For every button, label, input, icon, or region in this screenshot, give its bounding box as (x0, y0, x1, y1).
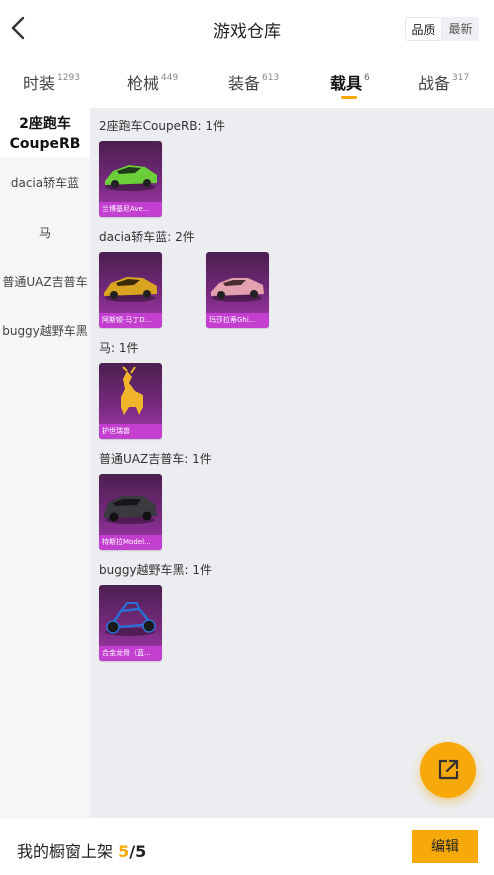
sidebar-item-coupe[interactable]: 2座跑车 CoupeRB (0, 108, 90, 158)
vehicle-card[interactable]: 合金龙骨（蓝... (99, 585, 162, 661)
header: 游戏仓库 品质 最新 (0, 0, 494, 58)
tab-count: 613 (262, 72, 280, 83)
tab-battle-supplies[interactable]: 战备 317 (418, 70, 469, 94)
vehicle-name: 玛莎拉蒂Ghi... (206, 313, 269, 328)
vehicle-card[interactable]: 特斯拉Model... (99, 474, 162, 550)
blue-buggy-icon (105, 602, 156, 636)
group-title: dacia轿车蓝: 2件 (99, 230, 195, 244)
edit-button[interactable]: 编辑 (412, 830, 478, 863)
vehicle-name: 护世瑞兽 (99, 424, 162, 439)
tab-equipment[interactable]: 装备 613 (228, 70, 279, 94)
group-title: 2座跑车CoupeRB: 1件 (99, 119, 226, 133)
green-supercar-icon (105, 165, 157, 191)
group-title: buggy越野车黑: 1件 (99, 563, 213, 577)
vehicle-name: 合金龙骨（蓝... (99, 646, 162, 661)
vehicle-name: 特斯拉Model... (99, 535, 162, 550)
sidebar-item-horse[interactable]: 马 (0, 224, 90, 241)
share-icon (438, 759, 459, 780)
sidebar-item-uaz[interactable]: 普通UAZ吉普车 (0, 273, 90, 290)
tab-label: 时装 (23, 74, 56, 93)
tab-count: 317 (452, 72, 470, 83)
golden-beast-icon (121, 366, 143, 415)
tab-label: 枪械 (127, 74, 160, 93)
active-tab-indicator (341, 96, 357, 99)
share-button[interactable] (420, 742, 476, 798)
tab-fashion[interactable]: 时装 1293 (23, 70, 80, 94)
tab-label: 战备 (418, 74, 451, 93)
dark-suv-icon (104, 496, 157, 524)
vehicle-card[interactable]: 玛莎拉蒂Ghi... (206, 252, 269, 328)
showcase-total: 5 (135, 842, 147, 861)
tab-count: 6 (364, 72, 370, 83)
vehicle-card[interactable]: 兰博基尼Ave... (99, 141, 162, 217)
sort-newest-option[interactable]: 最新 (442, 17, 479, 41)
vehicle-list: 2座跑车CoupeRB: 1件 兰博基尼Ave... dacia轿车蓝: 2件 … (90, 108, 494, 818)
showcase-count: 5 (118, 842, 130, 861)
vehicle-card[interactable]: 阿斯顿·马丁D... (99, 252, 162, 328)
group-title: 马: 1件 (99, 341, 139, 355)
group-title: 普通UAZ吉普车: 1件 (99, 452, 212, 466)
showcase-label: 我的橱窗上架 (17, 842, 114, 861)
sidebar-item-label: 2座跑车 (19, 116, 71, 132)
tab-label: 装备 (228, 74, 261, 93)
tab-vehicles[interactable]: 载具 6 (330, 70, 370, 94)
vehicle-card[interactable]: 护世瑞兽 (99, 363, 162, 439)
sidebar: 2座跑车 CoupeRB dacia轿车蓝 马 普通UAZ吉普车 buggy越野… (0, 108, 90, 818)
sidebar-item-dacia[interactable]: dacia轿车蓝 (0, 174, 90, 191)
showcase-status: 我的橱窗上架 5/5 (17, 838, 146, 862)
sort-quality-option[interactable]: 品质 (405, 17, 442, 41)
tab-guns[interactable]: 枪械 449 (127, 70, 178, 94)
vehicle-name: 阿斯顿·马丁D... (99, 313, 162, 328)
tab-count: 1293 (57, 72, 80, 83)
sidebar-item-buggy[interactable]: buggy越野车黑 (0, 322, 90, 339)
bottom-bar: 我的橱窗上架 5/5 编辑 (0, 818, 494, 875)
sort-toggle: 品质 最新 (405, 17, 479, 41)
vehicle-name: 兰博基尼Ave... (99, 202, 162, 217)
tab-label: 载具 (330, 74, 363, 93)
content-area: 2座跑车 CoupeRB dacia轿车蓝 马 普通UAZ吉普车 buggy越野… (0, 108, 494, 818)
category-tabs: 时装 1293 枪械 449 装备 613 载具 6 战备 317 (0, 58, 494, 108)
sidebar-item-label: CoupeRB (9, 136, 81, 152)
tab-count: 449 (161, 72, 179, 83)
pink-sedan-icon (211, 278, 264, 302)
gold-sportscar-icon (104, 277, 157, 302)
